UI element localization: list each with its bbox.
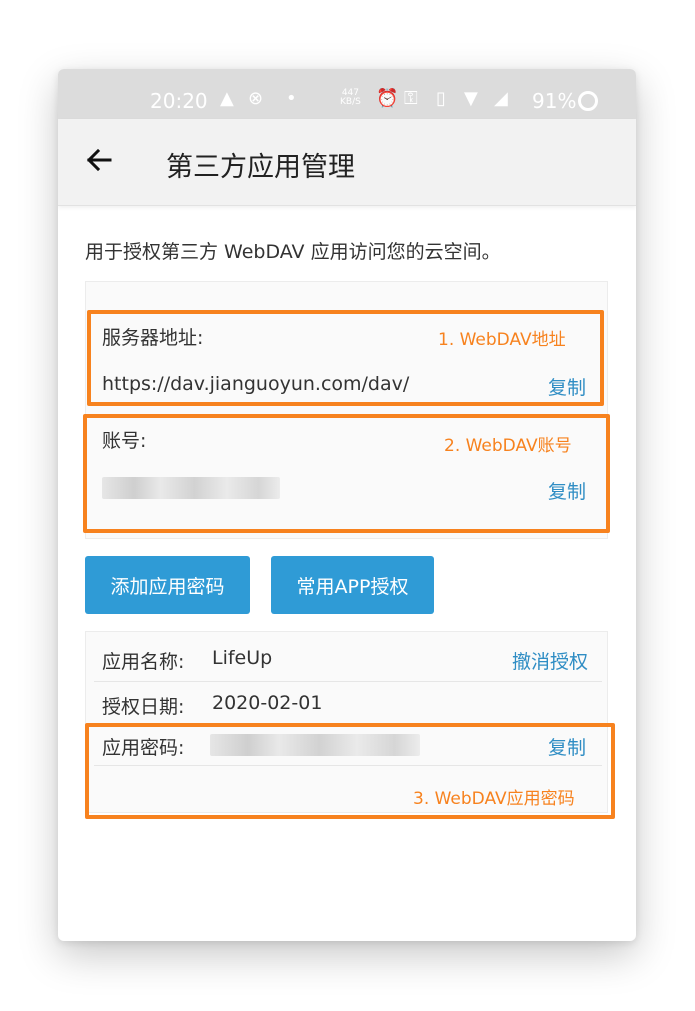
wifi-icon: ▼ (464, 88, 478, 109)
warning-icon: ▲ (220, 88, 234, 109)
auth-date-value: 2020-02-01 (212, 692, 323, 714)
app-bar: 第三方应用管理 (58, 119, 636, 206)
page-title: 第三方应用管理 (166, 152, 355, 183)
revoke-auth-button[interactable]: 撤消授权 (512, 647, 588, 674)
status-bar: 20:20 ▲ ⊗ • 447 KB/S ⏰ ⚿ ▯ ▼ ◢ 91% (58, 69, 636, 119)
app-name-value: LifeUp (212, 647, 273, 669)
back-arrow-icon[interactable] (84, 145, 114, 175)
page-description: 用于授权第三方 WebDAV 应用访问您的云空间。 (85, 241, 501, 263)
divider (94, 681, 602, 682)
blocked-icon: ⊗ (248, 88, 264, 109)
phone-screen: 20:20 ▲ ⊗ • 447 KB/S ⏰ ⚿ ▯ ▼ ◢ 91% 第三方应用… (58, 69, 636, 941)
status-time: 20:20 (150, 89, 208, 113)
vibrate-icon: ▯ (436, 88, 446, 109)
signal-4g-icon: ◢ (494, 88, 508, 109)
battery-ring-icon (578, 91, 598, 111)
annotation-label-1: 1. WebDAV地址 (438, 330, 566, 350)
dot-icon: • (286, 88, 297, 109)
add-app-password-button[interactable]: 添加应用密码 (85, 556, 250, 614)
auth-date-label: 授权日期: (102, 696, 185, 718)
key-icon: ⚿ (404, 88, 418, 109)
common-app-auth-button[interactable]: 常用APP授权 (271, 556, 434, 614)
annotation-label-3: 3. WebDAV应用密码 (413, 789, 575, 809)
battery-percent: 91% (532, 89, 577, 113)
annotation-label-2: 2. WebDAV账号 (444, 436, 572, 456)
alarm-icon: ⏰ (376, 88, 399, 109)
net-speed: 447 KB/S (340, 88, 361, 107)
app-name-label: 应用名称: (102, 651, 185, 673)
